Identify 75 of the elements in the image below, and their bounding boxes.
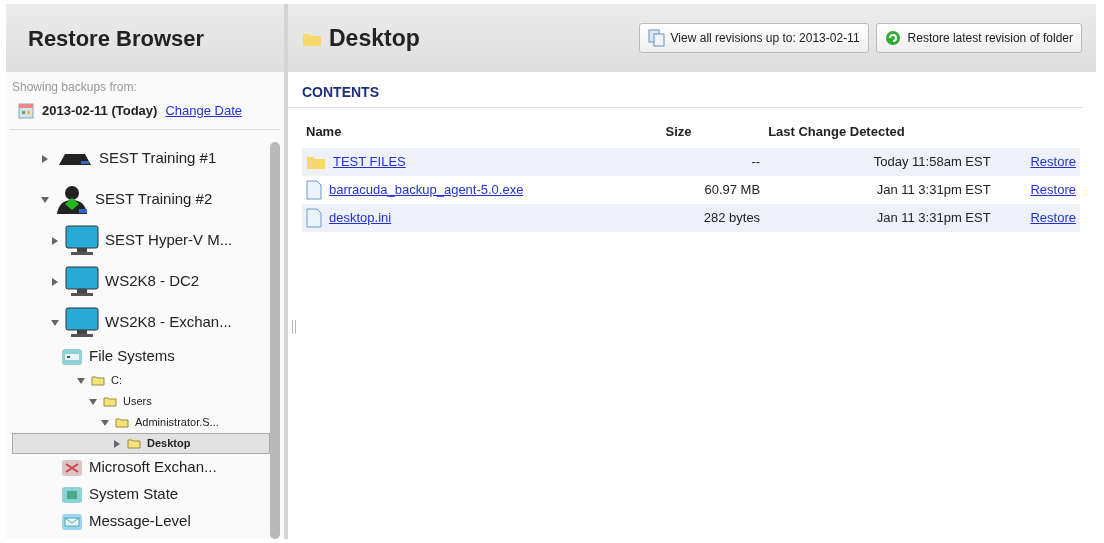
showing-label: Showing backups from: xyxy=(11,79,138,96)
panel-title: Restore Browser xyxy=(27,24,205,53)
expanded-arrow-icon[interactable] xyxy=(41,196,49,203)
mail-server-icon xyxy=(61,457,83,478)
message-icon xyxy=(61,511,83,532)
change-date-link[interactable]: Change Date xyxy=(165,100,242,121)
expanded-arrow-icon[interactable] xyxy=(89,398,97,405)
monitor-icon xyxy=(65,224,99,257)
collapsed-arrow-icon[interactable] xyxy=(52,236,58,245)
tree-label: System State xyxy=(89,484,179,505)
tree-item[interactable]: System State xyxy=(12,481,270,508)
tree-item[interactable]: Message-Level xyxy=(12,508,270,535)
table-cell: Jan 11 3:31pm EST xyxy=(764,175,995,204)
tree-item[interactable]: WS2K8 - DC2 xyxy=(12,261,270,302)
restore-folder-button[interactable]: Restore latest revision of folder xyxy=(875,23,1082,53)
table-cell: Today 11:58am EST xyxy=(764,147,995,176)
documents-icon xyxy=(647,29,665,47)
system-icon xyxy=(61,484,83,505)
tree-item[interactable]: File Systems xyxy=(12,343,270,370)
tree-label: SEST Training #2 xyxy=(95,189,213,210)
file-link[interactable]: barracuda_backup_agent-5.0.exe xyxy=(329,179,524,200)
scrollbar[interactable] xyxy=(270,142,280,539)
table-cell: Jan 11 3:31pm EST xyxy=(764,203,995,232)
monitor-icon xyxy=(65,265,99,298)
section-title: CONTENTS xyxy=(288,72,1082,108)
table-cell: 60.97 MB xyxy=(661,175,765,204)
tree-label: Microsoft Exchan... xyxy=(89,457,217,478)
file-icon xyxy=(306,179,322,200)
tree-item[interactable]: C: xyxy=(12,370,270,391)
column-header: Name xyxy=(302,116,662,148)
tree-label: WS2K8 - Exchan... xyxy=(105,312,232,333)
folder-icon xyxy=(115,417,129,428)
tree-item[interactable]: WS2K8 - Exchan... xyxy=(12,302,270,343)
file-link[interactable]: TEST FILES xyxy=(333,151,406,172)
tree-label: C: xyxy=(111,373,122,389)
folder-icon xyxy=(127,438,141,449)
file-link[interactable]: desktop.ini xyxy=(329,207,392,228)
restore-icon xyxy=(884,29,902,47)
file-icon xyxy=(306,207,322,228)
backup-date: 2013-02-11 (Today) xyxy=(42,101,158,120)
tree-label: Message-Level xyxy=(89,511,191,532)
folder-icon xyxy=(103,396,117,407)
expanded-arrow-icon[interactable] xyxy=(51,319,59,326)
tree-item[interactable]: SEST Training #1 xyxy=(12,138,270,179)
folder-title: Desktop xyxy=(329,23,420,53)
view-revisions-button[interactable]: View all revisions up to: 2013-02-11 xyxy=(638,23,869,53)
tree-label: SEST Hyper-V M... xyxy=(105,230,233,251)
drive-icon xyxy=(61,346,83,367)
tree-item[interactable]: SEST Hyper-V M... xyxy=(12,220,270,261)
calendar-icon xyxy=(18,103,34,120)
restore-link[interactable]: Restore xyxy=(1030,181,1076,197)
tree-item[interactable]: Administrator.S... xyxy=(12,412,270,433)
tree-item[interactable]: SEST Training #2 xyxy=(12,179,270,220)
collapsed-arrow-icon[interactable] xyxy=(42,154,48,163)
collapsed-arrow-icon[interactable] xyxy=(114,439,120,448)
users-icon xyxy=(55,184,89,215)
tree-label: SEST Training #1 xyxy=(99,148,217,169)
tree-item[interactable]: Users xyxy=(12,391,270,412)
tree-label: Administrator.S... xyxy=(135,415,219,431)
expanded-arrow-icon[interactable] xyxy=(101,419,109,426)
column-header: Size xyxy=(661,116,765,148)
table-cell: -- xyxy=(661,147,765,176)
splitter-grip-icon[interactable] xyxy=(291,319,297,334)
folder-icon xyxy=(91,375,105,386)
column-header: Last Change Detected xyxy=(764,116,995,148)
tree-label: Desktop xyxy=(147,436,191,452)
tree-label: WS2K8 - DC2 xyxy=(105,271,200,292)
collapsed-arrow-icon[interactable] xyxy=(52,277,58,286)
expanded-arrow-icon[interactable] xyxy=(77,377,85,384)
tree-item[interactable]: Desktop xyxy=(12,433,270,454)
tree-label: Users xyxy=(123,394,152,410)
table-cell: 282 bytes xyxy=(661,203,765,232)
tree-label: File Systems xyxy=(89,346,175,367)
tree-item[interactable]: Microsoft Exchan... xyxy=(12,454,270,481)
monitor-icon xyxy=(65,306,99,339)
